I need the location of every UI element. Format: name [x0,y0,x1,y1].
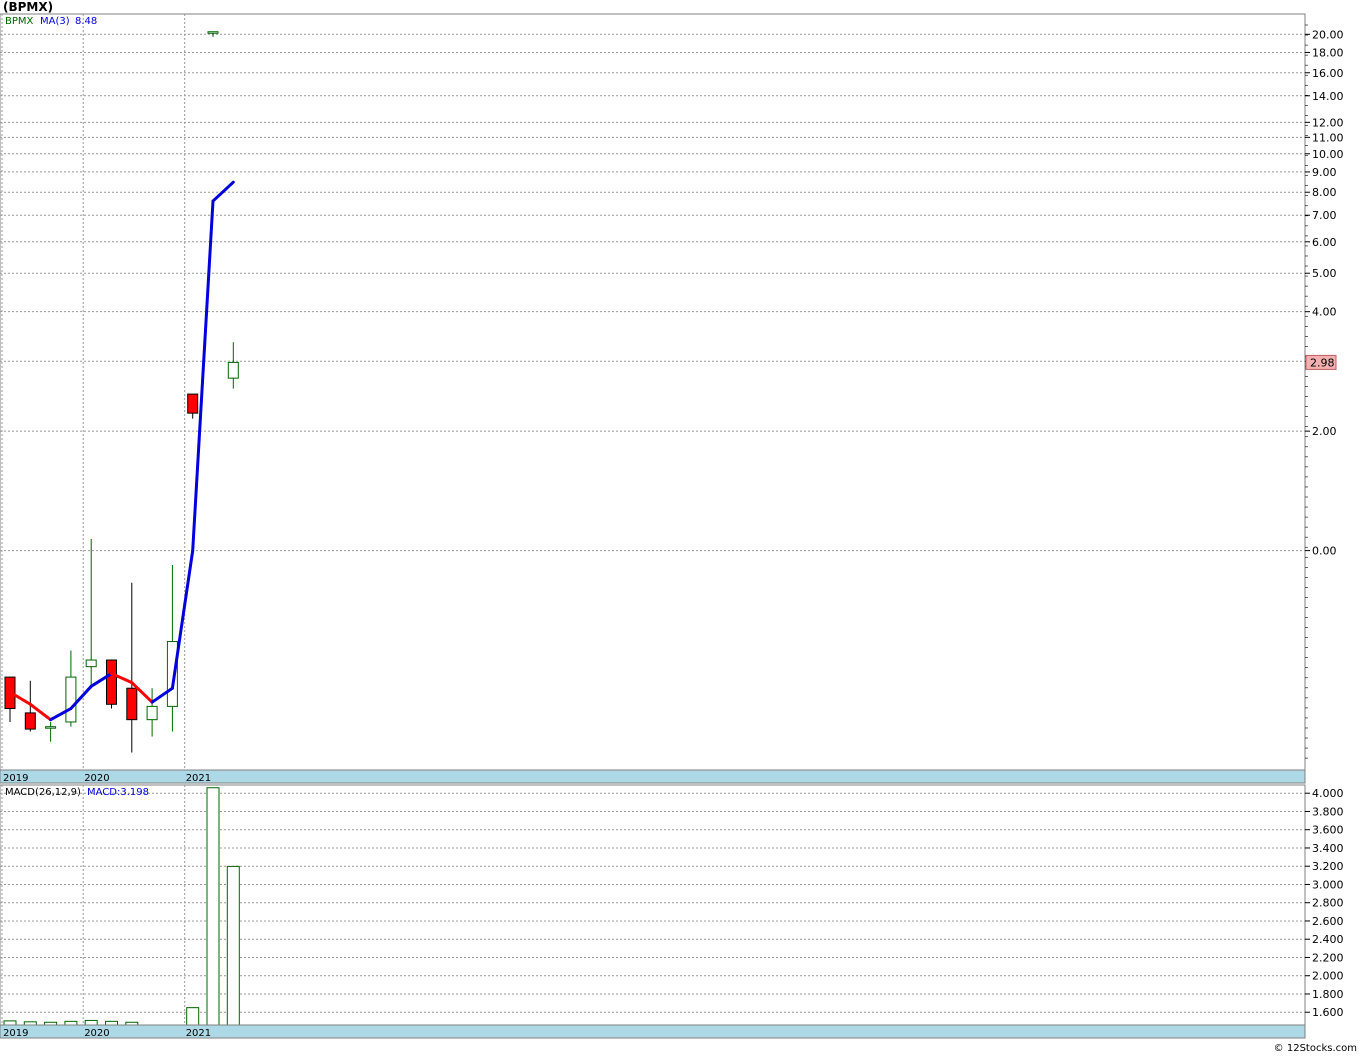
y-tick-label: 2.800 [1312,897,1344,910]
candle-body [146,705,158,721]
y-tick-label: 3.800 [1312,805,1344,818]
y-tick-label: 8.00 [1312,186,1337,199]
y-tick-label: 3.400 [1312,842,1344,855]
y-tick-label: 3.600 [1312,824,1344,837]
y-tick-label: 2.400 [1312,933,1344,946]
candle-body [24,712,36,730]
legend-symbol: BPMX [5,16,34,27]
macd-bar [206,787,220,1026]
y-tick-label: 18.00 [1312,46,1344,59]
year-label: 2021 [186,1028,211,1039]
last-price-badge: 2.98 [1305,354,1337,370]
year-label: 2020 [84,773,109,784]
y-tick-label: 3.200 [1312,860,1344,873]
y-tick-label: 0.00 [1312,545,1337,558]
y-tick-label: 4.00 [1312,306,1337,319]
macd-bar [84,1019,98,1026]
y-tick-label: 3.000 [1312,878,1344,891]
candle-body [45,726,57,729]
y-tick-label: 5.00 [1312,267,1337,280]
price-panel [0,13,1306,771]
macd-value-label: MACD:3.198 [87,787,149,798]
price-axis: 20.00 18.00 16.00 14.00 12.00 11.00 10.00 9.00 8… [1305,24,1344,759]
y-tick-label: 14.00 [1312,90,1344,103]
macd-panel [0,784,1306,1026]
y-tick-label: 2.000 [1312,970,1344,983]
y-tick-label: 16.00 [1312,67,1344,80]
y-tick-label: 11.00 [1312,131,1344,144]
legend-ma-value: 8.48 [75,16,97,27]
macd-bar [186,1007,200,1026]
y-tick-label: 2.200 [1312,951,1344,964]
last-price-label: 2.98 [1310,356,1335,369]
year-label: 2019 [3,773,28,784]
y-tick-label: 2.00 [1312,425,1337,438]
y-tick-label: 7.00 [1312,209,1337,222]
candle-body [85,659,97,668]
y-tick-label: 6.00 [1312,236,1337,249]
macd-bar [105,1020,118,1026]
y-tick-label: 1.800 [1312,988,1344,1001]
y-tick-label: 9.00 [1312,166,1337,179]
stock-chart: (BPMX) 20.00 18.00 16.00 14.00 12.00 11.00 10.… [0,0,1357,1054]
candle-body [227,361,239,379]
candle-body [126,687,138,721]
y-tick-label: 10.00 [1312,148,1344,161]
candle-body [187,393,199,414]
chart-title: (BPMX) [3,0,53,14]
macd-bar [3,1020,17,1026]
y-tick-label: 1.600 [1312,1006,1344,1019]
candle-body [65,676,77,723]
macd-label: MACD(26,12,9) [5,787,81,798]
candle-body [106,659,117,705]
year-label: 2020 [84,1028,109,1039]
copyright: © 12Stocks.com [1274,1043,1357,1054]
y-tick-label: 4.000 [1312,787,1344,800]
year-label: 2021 [186,773,211,784]
macd-bar [64,1020,78,1026]
y-tick-label: 12.00 [1312,116,1344,129]
year-label: 2019 [3,1028,28,1039]
y-tick-label: 2.600 [1312,915,1344,928]
candle-body [207,31,219,34]
y-tick-label: 20.00 [1312,28,1344,41]
macd-axis: 4.000 3.800 3.600 3.400 3.200 3.000 2.800 2.600… [1305,787,1344,1019]
legend-ma: MA(3) [40,16,70,27]
macd-bar [226,865,240,1026]
